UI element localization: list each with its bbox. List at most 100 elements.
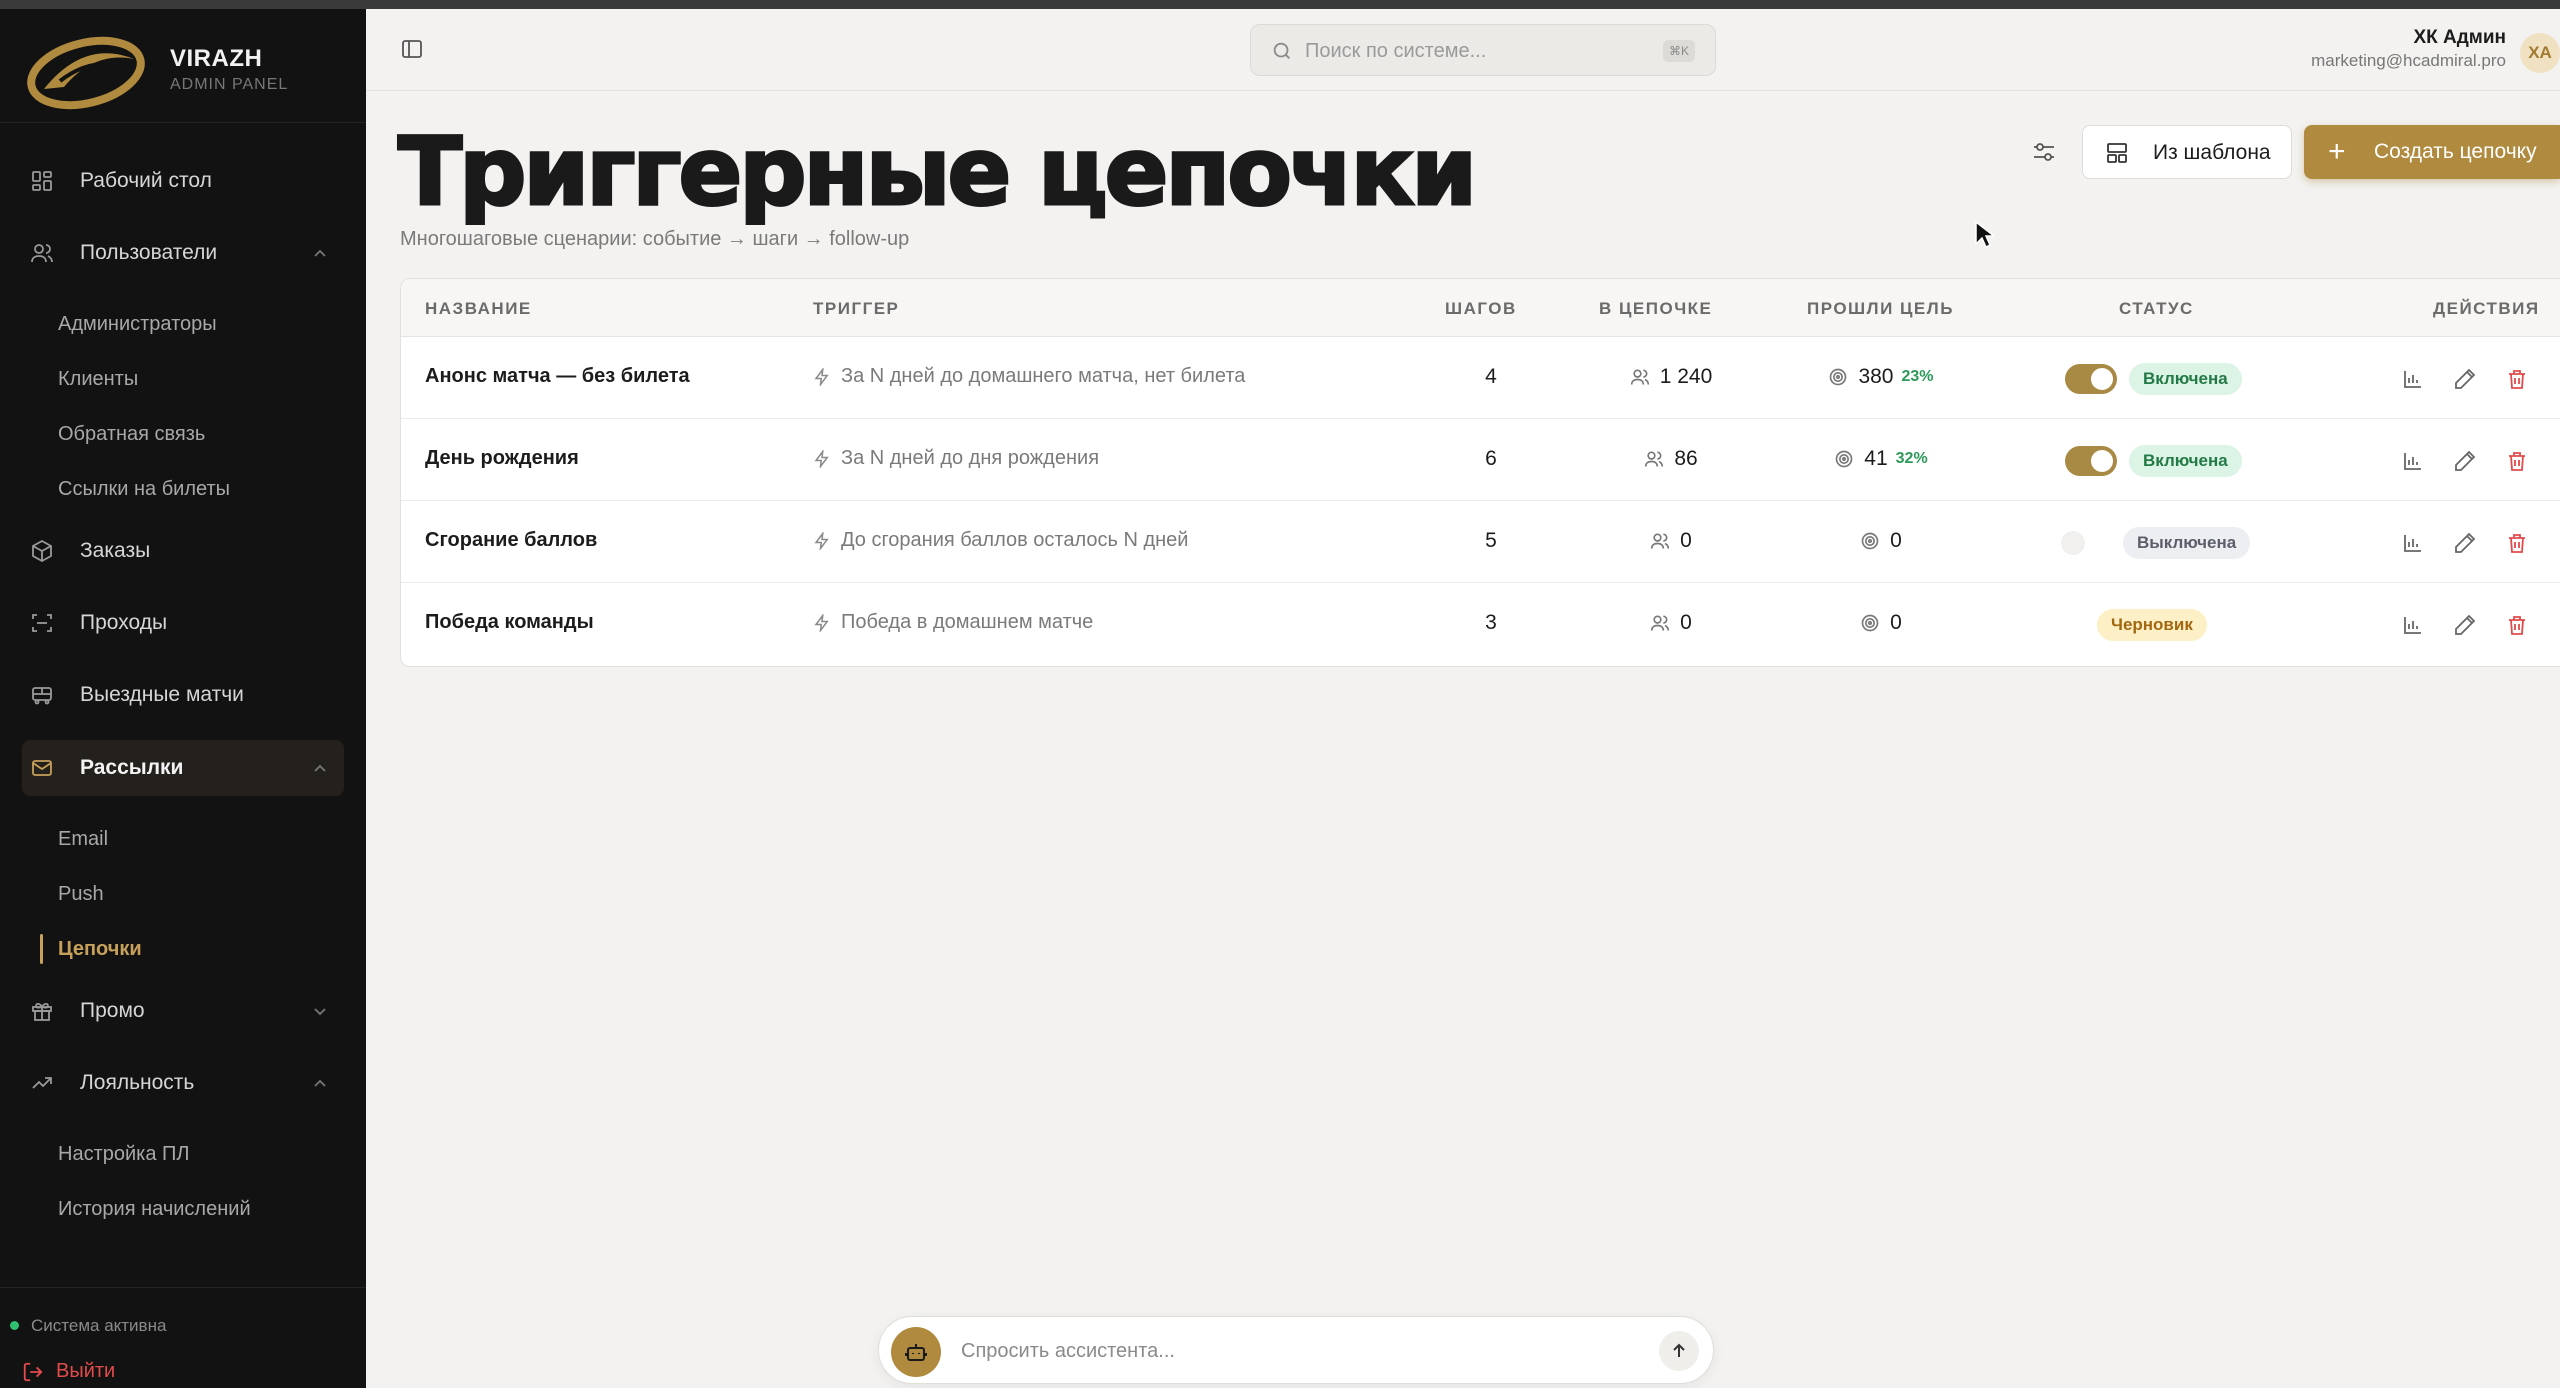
sidebar-item-label: Выездные матчи: [80, 683, 244, 706]
search-input[interactable]: Поиск по системе... ⌘K: [1250, 24, 1716, 76]
sidebar-subitem-loyalty-settings[interactable]: Настройка ПЛ: [58, 1143, 190, 1166]
chart-icon[interactable]: [2401, 531, 2425, 555]
sidebar-subitem-admins[interactable]: Администраторы: [58, 313, 217, 336]
users-icon: [1650, 615, 1670, 631]
sidebar-subitem-clients[interactable]: Клиенты: [58, 368, 138, 391]
search-icon: [1273, 42, 1290, 59]
table-row[interactable]: Сгорание баллов До сгорания баллов остал…: [401, 501, 2560, 583]
column-header-goal[interactable]: ПРОШЛИ ЦЕЛЬ: [1807, 299, 1954, 319]
brand[interactable]: VIRAZH ADMIN PANEL: [0, 9, 366, 123]
user-email: marketing@hcadmiral.pro: [2311, 51, 2506, 70]
sidebar-item-loyalty[interactable]: Лояльность: [22, 1055, 344, 1111]
logout-button[interactable]: Выйти: [22, 1360, 115, 1383]
lightning-icon: [814, 449, 829, 468]
sidebar-item-away-matches[interactable]: Выездные матчи: [22, 667, 344, 723]
in-chain-count: 0: [1611, 529, 1731, 553]
from-template-button[interactable]: Из шаблона: [2082, 125, 2292, 179]
lightning-icon: [814, 613, 829, 632]
target-icon: [1861, 532, 1879, 550]
row-actions: [2401, 363, 2551, 395]
template-icon: [2107, 143, 2127, 163]
assistant-input[interactable]: Спросить ассистента...: [961, 1340, 1175, 1363]
column-header-actions: ДЕЙСТВИЯ: [2433, 299, 2540, 318]
sidebar-item-entries[interactable]: Проходы: [22, 595, 344, 651]
goal-percent: 32%: [1895, 450, 1928, 467]
sidebar-subitem-accrual-history[interactable]: История начислений: [58, 1198, 251, 1221]
in-chain-value: 86: [1674, 447, 1698, 470]
sidebar-subitem-push[interactable]: Push: [58, 883, 104, 906]
sidebar-subitem-email[interactable]: Email: [58, 828, 108, 851]
sidebar-item-promo[interactable]: Промо: [22, 983, 344, 1039]
chain-name[interactable]: Анонс матча — без билета: [425, 365, 690, 388]
table-header: НАЗВАНИЕ ТРИГГЕР ШАГОВ В ЦЕПОЧКЕ ПРОШЛИ …: [401, 279, 2560, 337]
sidebar-toggle-icon[interactable]: [400, 37, 424, 61]
status-toggle[interactable]: [2061, 531, 2085, 555]
chain-trigger: За N дней до домашнего матча, нет билета: [813, 365, 1245, 388]
logout-icon: [23, 1362, 43, 1381]
sidebar-item-users[interactable]: Пользователи: [22, 225, 344, 281]
sidebar-item-dashboard[interactable]: Рабочий стол: [22, 153, 344, 209]
in-chain-value: 1 240: [1659, 365, 1713, 388]
trash-icon[interactable]: [2505, 367, 2529, 391]
chart-icon[interactable]: [2401, 367, 2425, 391]
chain-name[interactable]: Сгорание баллов: [425, 529, 597, 552]
table-row[interactable]: Анонс матча — без билета За N дней до до…: [401, 337, 2560, 419]
bus-icon: [32, 687, 52, 705]
edit-icon[interactable]: [2453, 449, 2477, 473]
goal-value: 380: [1858, 365, 1894, 388]
sidebar-subitem-ticket-links[interactable]: Ссылки на билеты: [58, 478, 230, 501]
filter-settings-icon[interactable]: [2028, 136, 2060, 168]
box-icon: [32, 539, 52, 563]
trash-icon[interactable]: [2505, 613, 2529, 637]
in-chain-value: 0: [1680, 611, 1692, 634]
assistant-bar: Спросить ассистента...: [878, 1316, 1714, 1384]
edit-icon[interactable]: [2453, 613, 2477, 637]
edit-icon[interactable]: [2453, 367, 2477, 391]
sidebar-footer: Система активна Выйти: [0, 1287, 366, 1388]
column-header-name[interactable]: НАЗВАНИЕ: [425, 299, 532, 319]
in-chain-value: 0: [1680, 529, 1692, 552]
status-toggle[interactable]: [2065, 364, 2117, 394]
user-info[interactable]: ХК Админ marketing@hcadmiral.pro: [2311, 27, 2506, 71]
logout-label: Выйти: [56, 1360, 116, 1382]
lightning-icon: [814, 367, 829, 386]
chain-name[interactable]: День рождения: [425, 447, 579, 470]
row-actions: [2401, 609, 2551, 641]
column-header-trigger[interactable]: ТРИГГЕР: [813, 299, 899, 319]
sidebar-item-mailings[interactable]: Рассылки: [22, 740, 344, 796]
in-chain-count: 86: [1611, 447, 1731, 471]
search-shortcut: ⌘K: [1662, 40, 1695, 62]
sidebar-subitem-chains[interactable]: Цепочки: [58, 938, 142, 961]
table-row[interactable]: Победа команды Победа в домашнем матче 3…: [401, 583, 2560, 665]
sidebar-item-orders[interactable]: Заказы: [22, 523, 344, 579]
trash-icon[interactable]: [2505, 449, 2529, 473]
steps-count: 4: [1485, 365, 1497, 388]
row-actions: [2401, 527, 2551, 559]
column-header-status[interactable]: СТАТУС: [2119, 299, 2194, 319]
create-chain-button[interactable]: + Создать цепочку: [2304, 125, 2560, 179]
edit-icon[interactable]: [2453, 531, 2477, 555]
assistant-avatar: [891, 1327, 941, 1377]
chart-icon[interactable]: [2401, 613, 2425, 637]
sidebar-item-label: Рабочий стол: [80, 169, 212, 192]
status-toggle[interactable]: [2065, 446, 2117, 476]
table-row[interactable]: День рождения За N дней до дня рождения …: [401, 419, 2560, 501]
column-header-steps[interactable]: ШАГОВ: [1445, 299, 1517, 319]
goal-count: 380 23%: [1801, 365, 1961, 389]
gift-icon: [32, 1002, 52, 1021]
steps-count: 3: [1485, 611, 1497, 634]
sidebar-subitem-feedback[interactable]: Обратная связь: [58, 423, 205, 446]
send-button[interactable]: [1659, 1331, 1699, 1371]
trash-icon[interactable]: [2505, 531, 2529, 555]
avatar[interactable]: ХА: [2520, 33, 2560, 73]
target-icon: [1830, 368, 1847, 386]
chain-name[interactable]: Победа команды: [425, 611, 594, 634]
steps-count: 6: [1485, 447, 1497, 470]
status-dot: [10, 1321, 19, 1330]
sidebar-item-label: Рассылки: [80, 756, 184, 779]
chart-icon[interactable]: [2401, 449, 2425, 473]
column-header-in-chain[interactable]: В ЦЕПОЧКЕ: [1599, 299, 1712, 319]
chain-trigger: За N дней до дня рождения: [813, 447, 1099, 470]
sidebar-item-label: Проходы: [80, 611, 168, 634]
sidebar: VIRAZH ADMIN PANEL Рабочий стол Пользова…: [0, 9, 366, 1388]
